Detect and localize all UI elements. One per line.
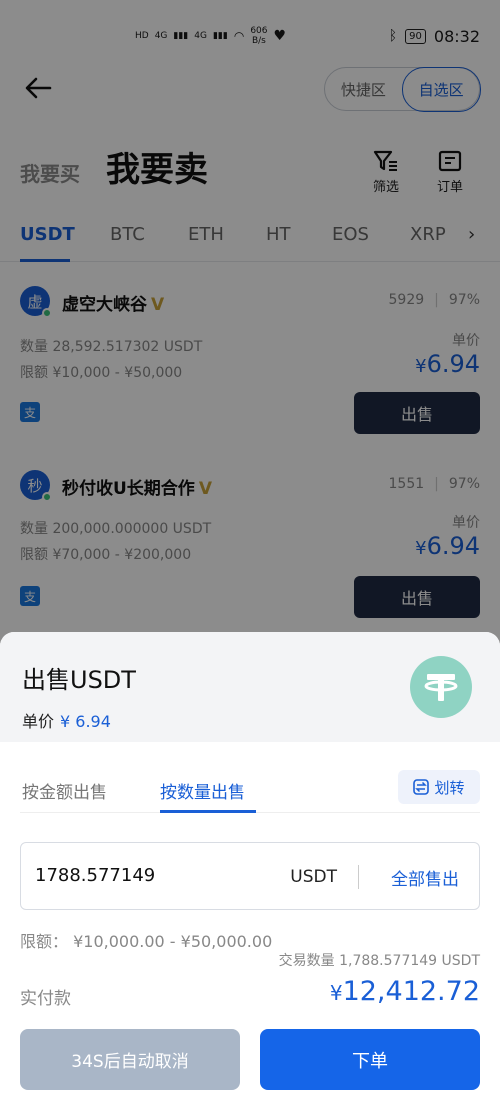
- place-order-button[interactable]: 下单: [260, 1029, 480, 1090]
- quantity-unit: USDT: [290, 867, 337, 887]
- transfer-icon: [413, 779, 430, 795]
- auto-cancel-button[interactable]: 34S后自动取消: [20, 1029, 240, 1090]
- quantity-field[interactable]: USDT 全部售出: [20, 842, 480, 910]
- tab-indicator: [160, 810, 256, 813]
- sell-sheet: 出售USDT 单价¥ 6.94 按金额出售 按数量出售 划转 USDT 全部售出…: [0, 632, 500, 1111]
- limit-range: 限额： ¥10,000.00 - ¥50,000.00: [20, 932, 273, 951]
- tab-by-quantity[interactable]: 按数量出售: [160, 778, 245, 803]
- tab-by-amount[interactable]: 按金额出售: [22, 778, 107, 803]
- trade-quantity: 交易数量 1,788.577149 USDT: [278, 953, 480, 969]
- tether-logo-icon: [410, 656, 472, 718]
- sheet-unit-price: 单价 ¥ 6.94: [22, 712, 111, 731]
- transfer-button[interactable]: 划转: [398, 770, 480, 804]
- sheet-header: 出售USDT 单价 ¥ 6.94: [0, 632, 500, 742]
- sell-all-button[interactable]: 全部售出: [391, 865, 459, 890]
- pay-total: ¥12,412.72: [329, 976, 480, 1007]
- divider: [358, 865, 359, 889]
- quantity-input[interactable]: [35, 865, 255, 886]
- sheet-title: 出售USDT: [22, 666, 136, 694]
- pay-label: 实付款: [20, 989, 71, 1009]
